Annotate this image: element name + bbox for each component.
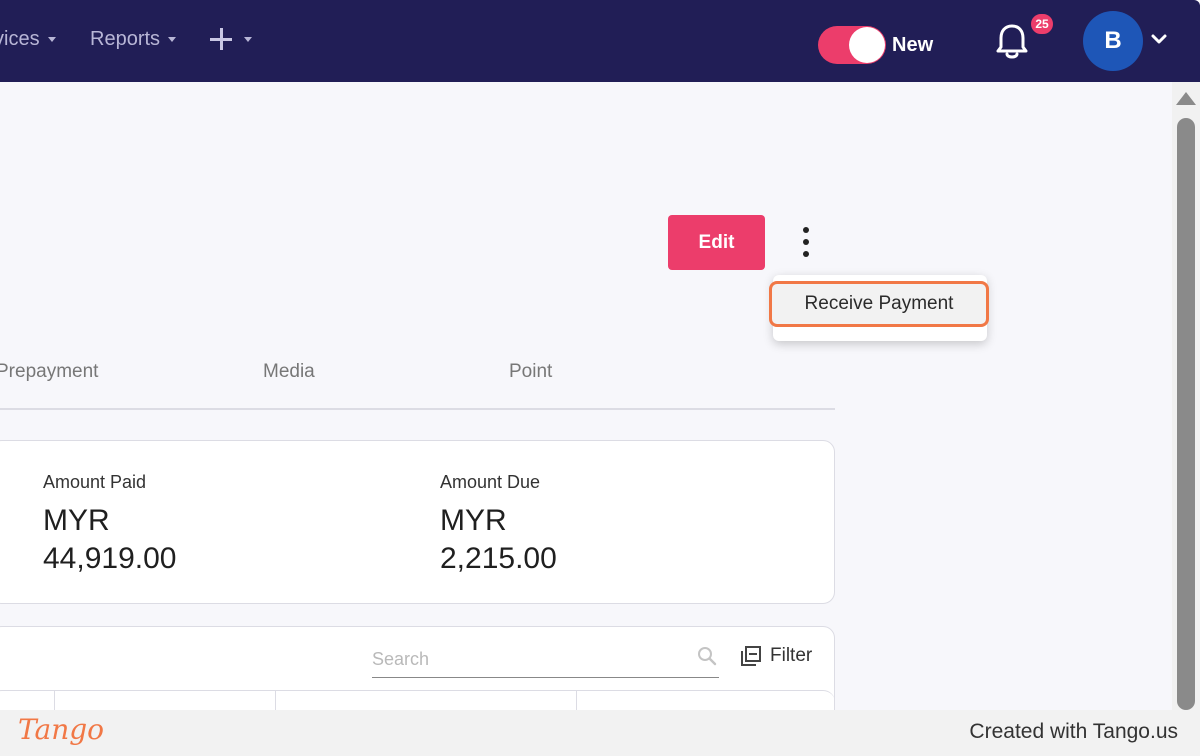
- footer-credit: Created with Tango.us: [969, 720, 1178, 743]
- caret-down-icon: [47, 37, 56, 42]
- amount-paid-value: MYR 44,919.00: [43, 502, 176, 578]
- tango-logo: Tango: [18, 713, 105, 746]
- nav-item-label: vices: [0, 28, 40, 50]
- tab-media[interactable]: Media: [263, 361, 315, 383]
- amount-due-label: Amount Due: [440, 472, 541, 492]
- caret-down-icon: [244, 36, 252, 42]
- tab-prepayment[interactable]: Prepayment: [0, 361, 98, 383]
- chevron-down-icon[interactable]: [1150, 32, 1168, 46]
- tab-point[interactable]: Point: [509, 361, 552, 383]
- scroll-up-arrow-icon[interactable]: [1176, 92, 1196, 105]
- amount-paid-label: Amount Paid: [43, 472, 147, 492]
- amount-due-number: 2,215.00: [440, 542, 557, 575]
- filter-icon: [741, 646, 761, 666]
- add-new-menu[interactable]: [208, 26, 252, 52]
- more-options-menu: Receive Payment: [769, 275, 989, 341]
- new-ui-toggle[interactable]: [818, 26, 886, 64]
- toggle-label: New: [892, 34, 934, 56]
- notification-badge: 25: [1029, 12, 1055, 36]
- edit-button[interactable]: Edit: [668, 215, 765, 270]
- amount-due-currency: MYR: [440, 504, 507, 537]
- caret-down-icon: [168, 37, 177, 42]
- search-input[interactable]: [372, 642, 719, 678]
- amount-paid-number: 44,919.00: [43, 542, 177, 575]
- plus-icon: [208, 26, 234, 52]
- filter-label: Filter: [770, 645, 813, 666]
- receive-payment-menu-item[interactable]: Receive Payment: [769, 281, 989, 327]
- amount-due-value: MYR 2,215.00: [440, 502, 557, 578]
- avatar[interactable]: B: [1083, 11, 1143, 71]
- bell-icon[interactable]: [994, 22, 1030, 62]
- main-content: Edit Receive Payment Prepayment Media Po…: [0, 82, 1172, 746]
- scrollbar-thumb[interactable]: [1177, 118, 1195, 710]
- nav-item-reports[interactable]: Reports: [90, 28, 177, 51]
- nav-item-label: Reports: [90, 28, 161, 50]
- nav-item-services[interactable]: vices: [0, 28, 56, 51]
- search-icon[interactable]: [697, 646, 717, 666]
- amount-paid-currency: MYR: [43, 504, 110, 537]
- tab-divider: [0, 408, 835, 410]
- toggle-knob: [849, 27, 885, 63]
- filter-button[interactable]: Filter: [740, 645, 812, 667]
- more-options-icon[interactable]: [796, 227, 816, 259]
